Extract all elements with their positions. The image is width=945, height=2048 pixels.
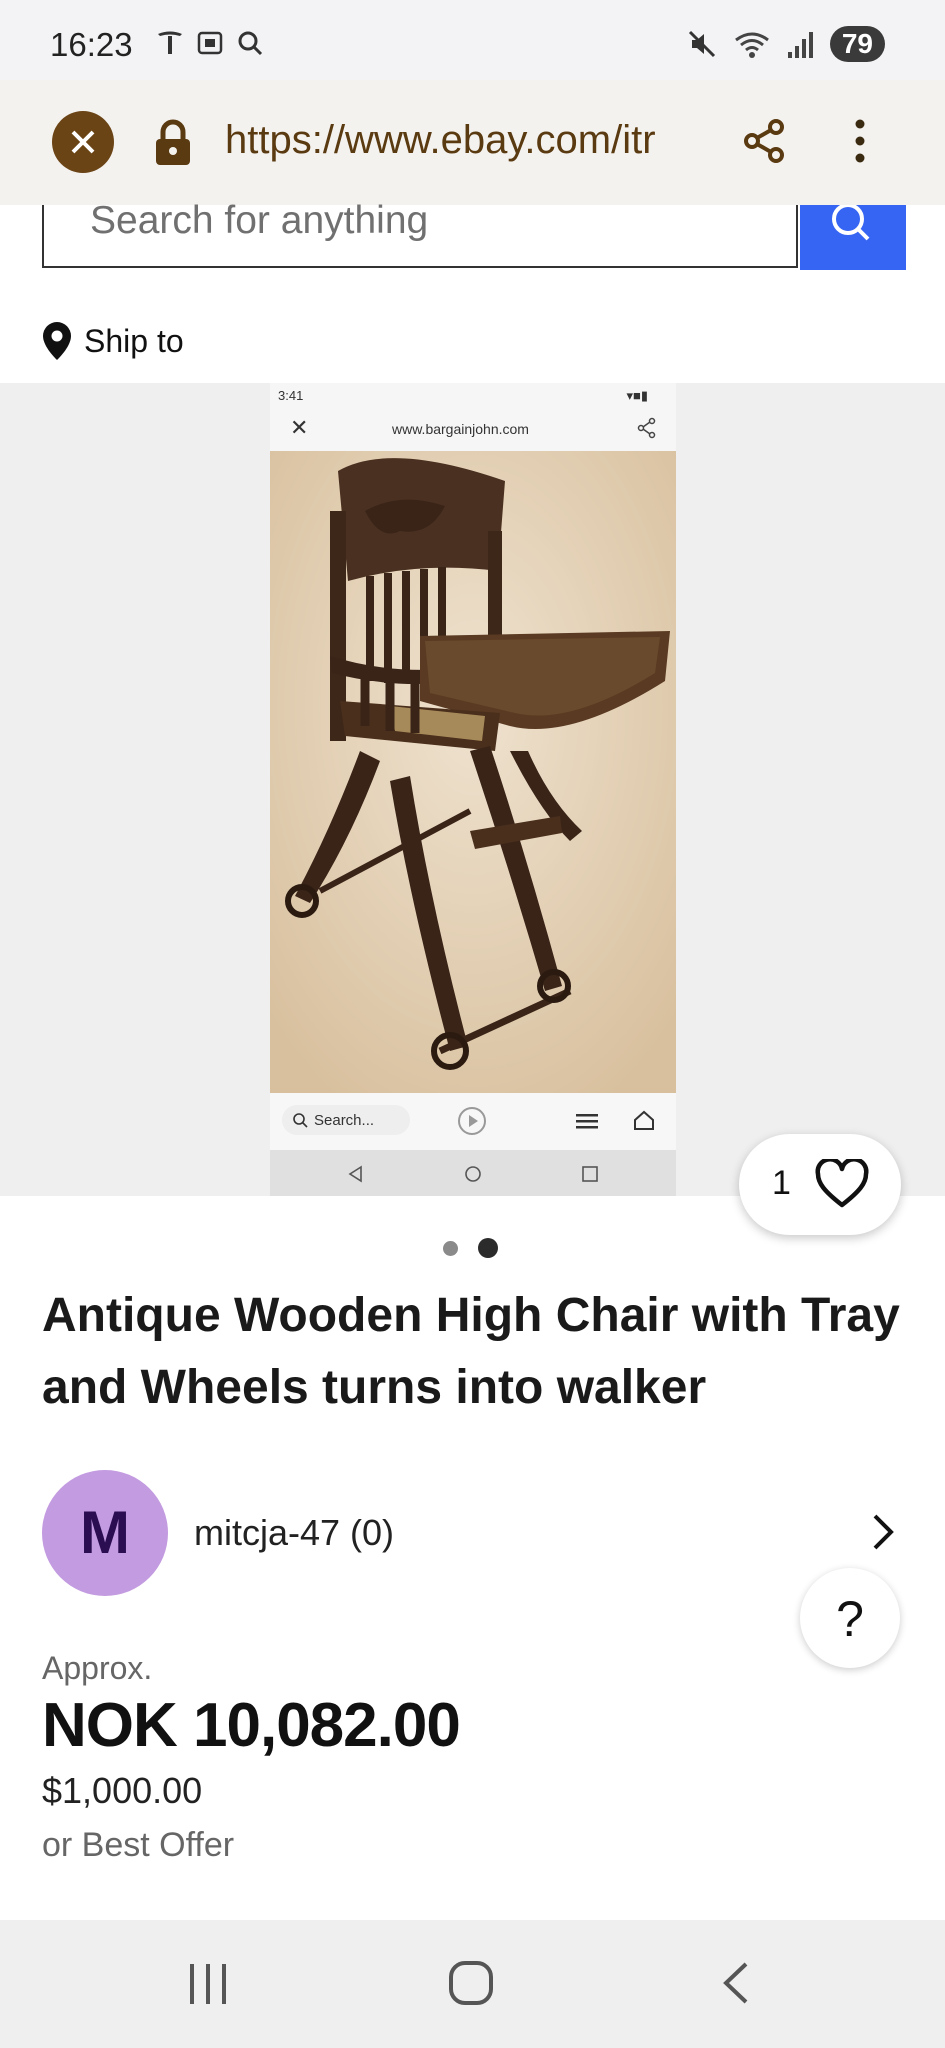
heart-icon [815, 1159, 869, 1208]
embedded-status-icons: ▾■▮ [626, 388, 648, 403]
embedded-close-icon: ✕ [290, 415, 309, 440]
embedded-nav-bar [270, 1150, 676, 1196]
signal-icon [787, 32, 813, 58]
image-gallery[interactable]: 3:41 ▾■▮ ✕ www.bargainjohn.com Search... [0, 383, 945, 1196]
chevron-right-icon[interactable] [868, 1510, 898, 1554]
help-button[interactable]: ? [800, 1568, 900, 1668]
seller-row[interactable]: M mitcja-47 (0) [42, 1470, 902, 1596]
url-text[interactable]: https://www.ebay.com/itr [225, 118, 705, 163]
location-pin-icon [43, 322, 71, 360]
page-dot-2[interactable] [478, 1238, 498, 1258]
watch-count: 1 [772, 1164, 791, 1202]
embedded-list-icon [576, 1114, 598, 1129]
close-icon [71, 130, 95, 154]
search-icon [238, 31, 263, 56]
embedded-url: www.bargainjohn.com [392, 421, 529, 437]
price: NOK 10,082.00 [42, 1691, 461, 1760]
embedded-play-icon [458, 1107, 486, 1135]
more-options-icon[interactable] [848, 116, 872, 166]
embedded-back-icon [348, 1165, 362, 1183]
listing-title: Antique Wooden High Chair with Tray and … [42, 1289, 900, 1414]
embedded-url-bar: ✕ www.bargainjohn.com [270, 407, 676, 451]
system-nav-bar [0, 1920, 945, 2048]
avatar-initial: M [80, 1499, 130, 1566]
embedded-share-icon [637, 417, 656, 439]
status-right-icons: 79 [686, 26, 885, 62]
status-time: 16:23 [50, 26, 133, 63]
embedded-time: 3:41 [278, 388, 304, 403]
share-icon[interactable] [740, 116, 790, 166]
embedded-status-bar: 3:41 ▾■▮ [270, 383, 676, 407]
search-placeholder: Search for anything [90, 199, 429, 242]
wifi-icon [734, 32, 769, 58]
ship-to-link[interactable]: Ship to [40, 320, 184, 362]
embedded-search-text: Search... [314, 1112, 375, 1129]
gallery-pagination [443, 1238, 498, 1258]
embedded-search: Search... [282, 1105, 410, 1135]
search-icon [832, 203, 870, 241]
ship-to-label: Ship to [84, 322, 184, 359]
avatar[interactable]: M [42, 1470, 168, 1596]
mute-icon [688, 30, 715, 58]
browser-url-bar: https://www.ebay.com/itr [0, 80, 945, 205]
high-chair-photo [270, 451, 676, 1093]
embedded-recents-icon [582, 1166, 598, 1182]
seller-name[interactable]: mitcja-47 (0) [194, 1512, 394, 1554]
home-icon[interactable] [448, 1960, 494, 2006]
best-offer-text: or Best Offer [42, 1826, 235, 1864]
watch-button[interactable]: 1 [739, 1134, 901, 1235]
approx-label: Approx. [42, 1650, 153, 1686]
embedded-search-icon [293, 1113, 308, 1128]
back-icon[interactable] [718, 1960, 752, 2006]
battery-indicator: 79 [829, 26, 885, 62]
search-button[interactable] [800, 203, 906, 270]
screenshot-icon [197, 31, 223, 55]
search-bar: Search for anything [42, 199, 906, 270]
recent-apps-icon[interactable] [186, 1962, 230, 2006]
embedded-home-icon [634, 1110, 654, 1130]
price-usd: $1,000.00 [42, 1770, 203, 1811]
page-dot-1[interactable] [443, 1240, 458, 1256]
listing-image[interactable]: 3:41 ▾■▮ ✕ www.bargainjohn.com Search... [270, 383, 676, 1196]
status-bar: 16:23 79 [0, 0, 945, 80]
status-left-icons [155, 28, 265, 58]
search-input[interactable]: Search for anything [42, 199, 798, 268]
tesla-icon [158, 31, 182, 54]
lock-icon[interactable] [152, 118, 194, 168]
close-tab-button[interactable] [52, 111, 114, 173]
help-label: ? [836, 1591, 864, 1647]
embedded-home-button-icon [465, 1166, 481, 1182]
embedded-bottom-bar: Search... [270, 1093, 676, 1150]
high-chair-drawing [270, 451, 676, 1093]
